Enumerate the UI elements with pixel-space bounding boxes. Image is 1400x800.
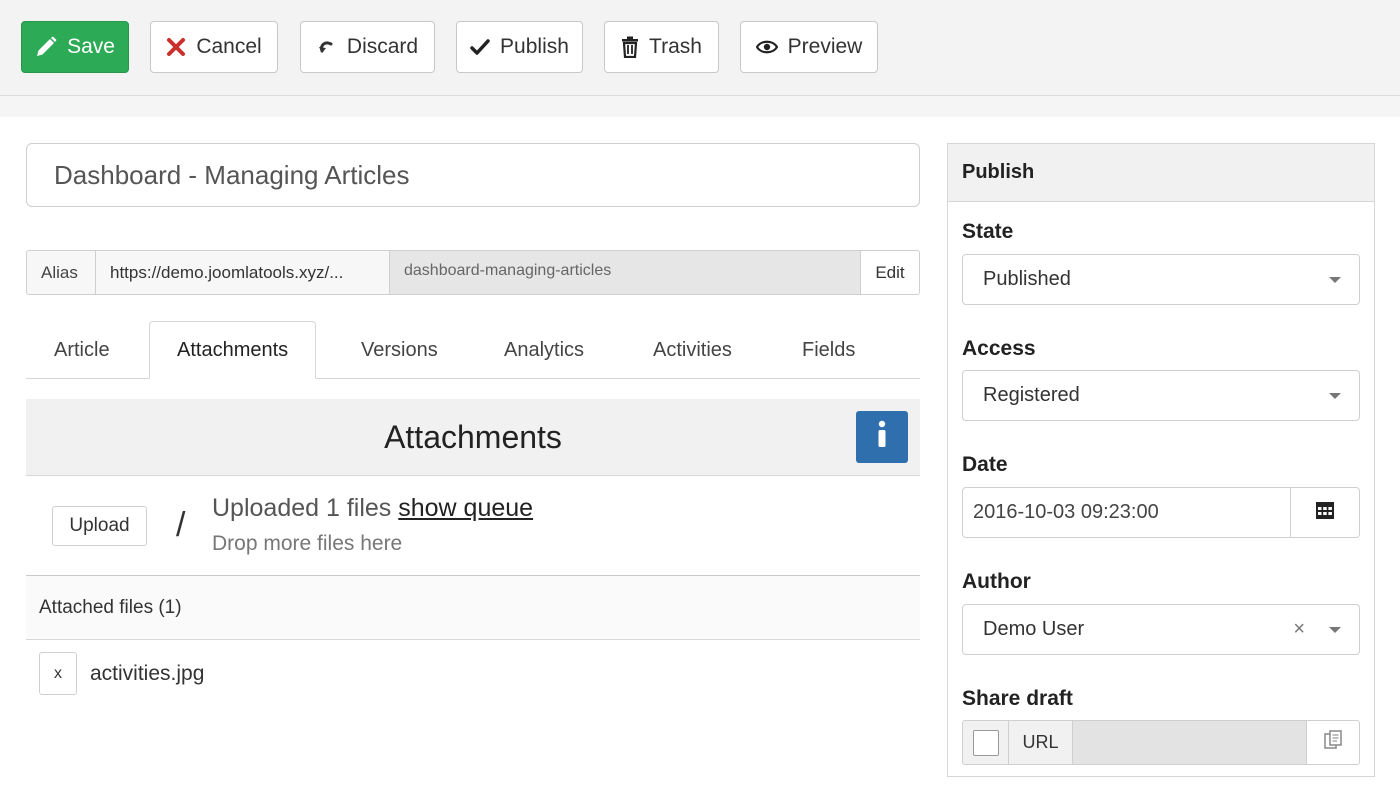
alias-field: Alias https://demo.joomlatools.xyz/... d… (26, 250, 920, 295)
tab-bar: Article Attachments Versions Analytics A… (26, 321, 920, 379)
tab-fields[interactable]: Fields (802, 321, 855, 379)
state-select[interactable]: Published (962, 254, 1360, 305)
check-icon (470, 37, 490, 57)
share-url-label: URL (1009, 721, 1073, 764)
info-button[interactable] (856, 411, 908, 463)
copy-icon (1323, 730, 1343, 755)
upload-separator: / (176, 506, 186, 544)
toolbar: Save Cancel Discard Publish Trash Previe… (0, 0, 1400, 96)
author-value: Demo User (983, 618, 1085, 640)
author-select[interactable]: Demo User × (962, 604, 1360, 655)
trash-button[interactable]: Trash (604, 21, 719, 73)
upload-dropzone[interactable]: Upload / Uploaded 1 files show queue Dro… (26, 476, 920, 576)
author-label: Author (962, 570, 1031, 593)
remove-file-button[interactable]: x (39, 652, 77, 695)
drop-hint: Drop more files here (212, 532, 403, 555)
chevron-down-icon (1329, 277, 1341, 283)
discard-button[interactable]: Discard (300, 21, 435, 73)
preview-label: Preview (787, 35, 863, 58)
alias-base-url: https://demo.joomlatools.xyz/... (96, 251, 390, 294)
show-queue-link[interactable]: show queue (398, 494, 533, 522)
publish-label: Publish (500, 35, 569, 58)
attachments-header: Attachments (26, 399, 920, 476)
access-label: Access (962, 337, 1036, 360)
upload-status-text: Uploaded 1 files (212, 494, 392, 522)
state-label: State (962, 220, 1014, 243)
upload-button[interactable]: Upload (52, 506, 147, 546)
save-label: Save (67, 35, 115, 58)
undo-icon (317, 37, 337, 57)
share-draft-label: Share draft (962, 687, 1073, 710)
share-draft-toggle[interactable] (963, 721, 1009, 764)
discard-label: Discard (346, 35, 419, 58)
upload-status: Uploaded 1 files show queue (212, 494, 533, 523)
cancel-button[interactable]: Cancel (150, 21, 278, 73)
title-value: Dashboard - Managing Articles (54, 159, 410, 190)
x-icon (166, 37, 186, 57)
publish-button[interactable]: Publish (456, 21, 583, 73)
preview-button[interactable]: Preview (740, 21, 878, 73)
share-url-input (1073, 721, 1307, 764)
tab-versions[interactable]: Versions (361, 321, 438, 379)
editor-main: Dashboard - Managing Articles Alias http… (0, 117, 1400, 800)
calendar-icon (1315, 500, 1335, 525)
tab-article[interactable]: Article (54, 321, 110, 379)
clear-author-icon[interactable]: × (1293, 618, 1305, 641)
pencil-icon (35, 36, 57, 58)
save-button[interactable]: Save (21, 21, 129, 73)
attached-files-header: Attached files (1) (26, 576, 920, 640)
access-select[interactable]: Registered (962, 370, 1360, 421)
eye-icon (755, 39, 778, 55)
date-label: Date (962, 453, 1008, 476)
file-name-link[interactable]: activities.jpg (90, 662, 204, 686)
alias-edit-button[interactable]: Edit (861, 251, 919, 294)
list-item: x activities.jpg (26, 640, 920, 710)
access-value: Registered (983, 384, 1080, 406)
alias-slug-input[interactable]: dashboard-managing-articles (390, 251, 861, 294)
date-picker-button[interactable] (1291, 488, 1359, 537)
trash-icon (621, 36, 639, 58)
share-draft-checkbox[interactable] (972, 729, 999, 756)
alias-label: Alias (27, 251, 96, 294)
date-field: 2016-10-03 09:23:00 (962, 487, 1360, 538)
chevron-down-icon (1329, 627, 1341, 633)
tab-attachments[interactable]: Attachments (149, 321, 317, 379)
attachments-panel: Attachments Upload / Uploaded 1 files sh… (26, 399, 920, 800)
share-draft-field: URL (962, 720, 1360, 765)
publish-panel-title: Publish (948, 144, 1374, 202)
cancel-label: Cancel (196, 35, 262, 58)
info-icon (876, 419, 888, 456)
date-input[interactable]: 2016-10-03 09:23:00 (963, 488, 1291, 537)
trash-label: Trash (649, 35, 702, 58)
state-value: Published (983, 268, 1071, 290)
tab-activities[interactable]: Activities (653, 321, 732, 379)
chevron-down-icon (1329, 393, 1341, 399)
attachments-heading: Attachments (384, 418, 562, 455)
publish-sidebar: Publish State Published Access Registere… (947, 143, 1375, 777)
copy-url-button[interactable] (1307, 721, 1359, 764)
tab-analytics[interactable]: Analytics (504, 321, 584, 379)
title-input[interactable]: Dashboard - Managing Articles (26, 143, 920, 207)
